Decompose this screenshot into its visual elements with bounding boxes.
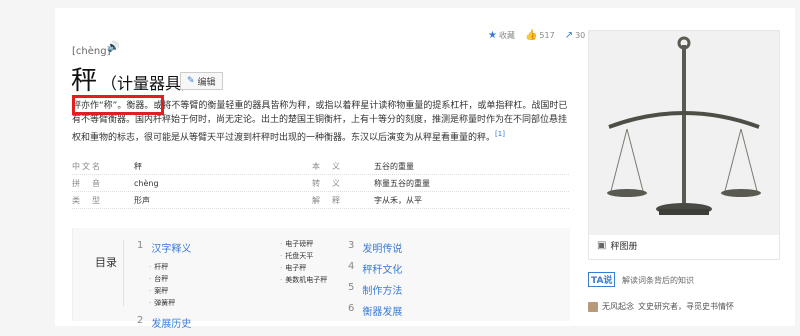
catalog-item[interactable]: 4 秤秆文化 bbox=[348, 261, 402, 276]
catalog-number: 2 bbox=[137, 315, 144, 326]
author-desc: 文史研究者，寻觅史书情怀 bbox=[638, 302, 734, 311]
tashuo-logo: TA说 bbox=[588, 272, 616, 287]
thumbs-up-icon: 👍 bbox=[524, 30, 538, 41]
catalog-label: 目录 bbox=[95, 256, 117, 269]
catalog-subitem[interactable]: 托盘天平 bbox=[280, 250, 327, 262]
info-v: 秤 bbox=[134, 161, 142, 171]
catalog-col-2: 电子磅秤托盘天平电子秤美数机电子秤 bbox=[268, 238, 327, 286]
catalog-title: 汉字释义 bbox=[151, 244, 192, 255]
catalog-number: 3 bbox=[348, 240, 355, 251]
catalog-item[interactable]: 2 发展历史 bbox=[137, 315, 191, 330]
info-v2: 五谷的重量 bbox=[374, 161, 414, 171]
catalog-col-1: 1 汉字释义杆秤台秤案秤弹簧秤 2 发展历史 bbox=[137, 240, 191, 336]
favorite-button[interactable]: ★ 收藏 bbox=[488, 30, 515, 41]
catalog-subitem[interactable]: 弹簧秤 bbox=[149, 297, 191, 309]
info-k: 拼 音 bbox=[72, 178, 102, 188]
catalog-divider bbox=[123, 240, 124, 306]
info-v2: 称量五谷的重量 bbox=[374, 178, 430, 188]
reference-link[interactable]: [1] bbox=[495, 130, 505, 138]
catalog-subitem[interactable]: 案秤 bbox=[149, 285, 191, 297]
catalog-title: 衡器发展 bbox=[362, 307, 403, 318]
like-button[interactable]: 👍 517 bbox=[525, 30, 555, 41]
info-k2: 解 释 bbox=[312, 195, 342, 205]
info-row: 类 型 形声 解 释 字从禾，从平 bbox=[72, 192, 569, 209]
catalog-title: 发展历史 bbox=[151, 319, 192, 330]
speaker-icon[interactable]: 🔊 bbox=[107, 42, 119, 53]
catalog-title: 制作方法 bbox=[362, 286, 403, 297]
highlight-box bbox=[72, 95, 164, 115]
info-k2: 转 义 bbox=[312, 178, 342, 188]
tashuo-slogan: 解读词条背后的知识 bbox=[621, 276, 694, 285]
catalog-subitem[interactable]: 杆秤 bbox=[149, 261, 191, 273]
info-row: 拼 音 chèng 转 义 称量五谷的重量 bbox=[72, 175, 569, 192]
catalog-subitem[interactable]: 美数机电子秤 bbox=[280, 274, 327, 286]
pencil-icon: ✎ bbox=[187, 76, 195, 86]
author-name: 无风起念 bbox=[602, 302, 634, 311]
catalog-number: 1 bbox=[137, 240, 144, 251]
tashuo-author-row[interactable]: 无风起念 文史研究者，寻觅史书情怀 bbox=[588, 301, 778, 312]
info-v: 形声 bbox=[134, 195, 150, 205]
catalog-subitem[interactable]: 电子秤 bbox=[280, 262, 327, 274]
album-icon: ▣ bbox=[597, 240, 607, 251]
catalog-item[interactable]: 1 汉字释义 bbox=[137, 240, 191, 255]
catalog-item[interactable]: 6 衡器发展 bbox=[348, 303, 402, 318]
star-icon: ★ bbox=[488, 30, 497, 41]
catalog-subitem[interactable]: 电子磅秤 bbox=[280, 238, 327, 250]
title-main: 秤 bbox=[71, 66, 98, 96]
info-v2: 字从禾，从平 bbox=[374, 195, 422, 205]
info-k: 中文名 bbox=[72, 161, 102, 171]
share-icon: ↗ bbox=[564, 30, 574, 41]
info-k: 类 型 bbox=[72, 195, 102, 205]
catalog-col-3: 3 发明传说 4 秤秆文化 5 制作方法 6 衡器发展 bbox=[348, 240, 402, 324]
basic-info-table: 中文名 秤 本 义 五谷的重量拼 音 chèng 转 义 称量五谷的重量类 型 形声 解 释 字从… bbox=[72, 158, 569, 209]
catalog-number: 6 bbox=[348, 303, 355, 314]
catalog-number: 5 bbox=[348, 282, 355, 293]
catalog-title: 发明传说 bbox=[362, 244, 403, 255]
catalog-title: 秤秆文化 bbox=[362, 265, 403, 276]
avatar bbox=[588, 301, 598, 312]
edit-button[interactable]: ✎ 编辑 bbox=[180, 72, 223, 90]
image-album[interactable]: ▣ 秤图册 bbox=[588, 30, 780, 260]
pinyin-label: [chèng] bbox=[72, 46, 111, 57]
catalog-item[interactable]: 3 发明传说 bbox=[348, 240, 402, 255]
page-title: 秤 （计量器具） bbox=[71, 60, 197, 97]
ta-shuo-panel: TA说 解读词条背后的知识 无风起念 文史研究者，寻觅史书情怀 bbox=[588, 272, 778, 312]
info-k2: 本 义 bbox=[312, 161, 342, 171]
info-v: chèng bbox=[134, 178, 159, 188]
catalog: 目录 1 汉字释义杆秤台秤案秤弹簧秤 2 发展历史 电子磅秤托盘天平电子秤美数机电子秤… bbox=[72, 228, 570, 330]
share-button[interactable]: ↗ 30 bbox=[565, 30, 586, 41]
entry-actions: ★ 收藏 👍 517 ↗ 30 bbox=[488, 30, 585, 41]
info-row: 中文名 秤 本 义 五谷的重量 bbox=[72, 158, 569, 175]
catalog-subitem[interactable]: 台秤 bbox=[149, 273, 191, 285]
scale-image[interactable] bbox=[589, 31, 779, 235]
catalog-number: 4 bbox=[348, 261, 355, 272]
album-caption[interactable]: ▣ 秤图册 bbox=[597, 239, 637, 252]
catalog-item[interactable]: 5 制作方法 bbox=[348, 282, 402, 297]
